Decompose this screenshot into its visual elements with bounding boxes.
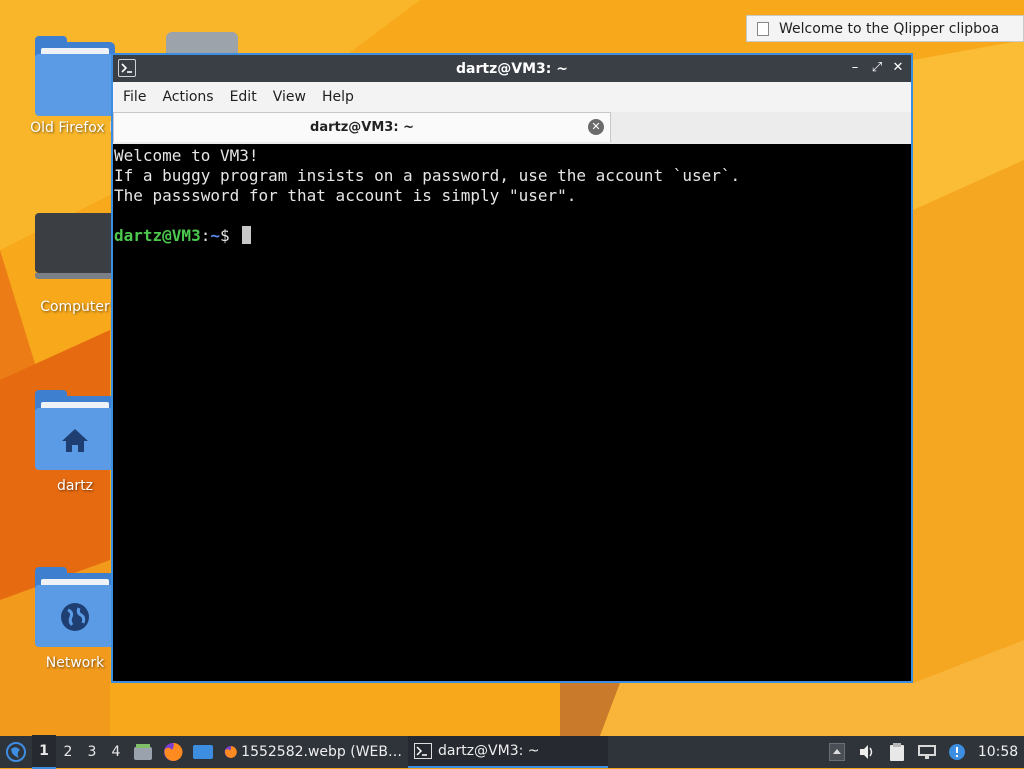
menu-view[interactable]: View — [265, 82, 314, 112]
tray-network[interactable] — [912, 736, 942, 768]
chevron-up-icon — [829, 743, 845, 761]
quicklaunch-firefox[interactable] — [158, 736, 188, 768]
task-label: 1552582.webp (WEB… — [241, 744, 402, 760]
terminal-window[interactable]: dartz@VM3: ~ – ⤢ ✕ File Actions Edit Vie… — [111, 53, 913, 683]
computer-icon — [35, 213, 115, 293]
folder-icon — [35, 36, 115, 122]
tray-volume[interactable] — [852, 736, 882, 768]
menu-edit[interactable]: Edit — [222, 82, 265, 112]
close-button[interactable]: ✕ — [890, 60, 906, 76]
prompt-user-host: dartz@VM3 — [114, 226, 201, 245]
menu-actions[interactable]: Actions — [154, 82, 221, 112]
tray-updates[interactable] — [942, 736, 972, 768]
minimize-button[interactable]: – — [847, 60, 863, 76]
tab-close-icon[interactable]: ✕ — [588, 119, 604, 135]
file-manager-icon — [134, 744, 152, 760]
network-folder-icon — [35, 567, 115, 653]
prompt-path: ~ — [210, 226, 220, 245]
update-icon — [949, 744, 965, 760]
window-title: dartz@VM3: ~ — [456, 60, 568, 77]
menubar: File Actions Edit View Help — [113, 82, 911, 112]
clipboard-notification[interactable]: Welcome to the Qlipper clipboa — [746, 15, 1024, 42]
task-firefox[interactable]: 1552582.webp (WEB… — [218, 736, 408, 768]
taskbar: 1 2 3 4 1552582.webp (WEB… dartz@VM3: ~ … — [0, 735, 1024, 769]
tab-label: dartz@VM3: ~ — [310, 120, 414, 135]
terminal-line: If a buggy program insists on a password… — [114, 166, 741, 185]
clipboard-icon — [757, 21, 769, 36]
prompt-separator: : — [200, 226, 211, 245]
text-cursor — [242, 226, 252, 244]
terminal-icon — [414, 743, 432, 759]
tray-arrow[interactable] — [822, 736, 852, 768]
terminal-line: The passsword for that account is simply… — [114, 186, 577, 205]
clipboard-icon — [890, 743, 904, 761]
prompt-symbol: $ — [219, 226, 240, 245]
tab-bar: dartz@VM3: ~ ✕ — [113, 112, 911, 145]
firefox-icon — [224, 746, 237, 758]
desktop-icon — [193, 745, 213, 759]
quicklaunch-file-manager[interactable] — [128, 736, 158, 768]
workspace-3[interactable]: 3 — [80, 736, 104, 768]
terminal-output[interactable]: Welcome to VM3! If a buggy program insist… — [113, 144, 911, 681]
menu-help[interactable]: Help — [314, 82, 362, 112]
home-folder-icon — [35, 390, 115, 476]
task-label: dartz@VM3: ~ — [438, 743, 540, 759]
volume-icon — [860, 745, 873, 759]
firefox-icon — [164, 742, 183, 761]
workspace-4[interactable]: 4 — [104, 736, 128, 768]
prompt-line: dartz@VM3:~$ — [114, 226, 911, 246]
workspace-2[interactable]: 2 — [56, 736, 80, 768]
quicklaunch-show-desktop[interactable] — [188, 736, 218, 768]
window-titlebar[interactable]: dartz@VM3: ~ – ⤢ ✕ — [113, 55, 911, 82]
task-terminal[interactable]: dartz@VM3: ~ — [408, 736, 608, 768]
menu-file[interactable]: File — [115, 82, 154, 112]
start-menu-button[interactable] — [0, 736, 32, 768]
tray-clipboard[interactable] — [882, 736, 912, 768]
start-menu-icon — [6, 742, 26, 762]
terminal-line: Welcome to VM3! — [114, 146, 259, 165]
notification-text: Welcome to the Qlipper clipboa — [779, 20, 1000, 37]
clock[interactable]: 10:58 — [972, 744, 1024, 760]
terminal-tab[interactable]: dartz@VM3: ~ ✕ — [113, 112, 611, 142]
maximize-button[interactable]: ⤢ — [869, 60, 885, 76]
network-icon — [918, 745, 936, 759]
workspace-1[interactable]: 1 — [32, 735, 56, 769]
